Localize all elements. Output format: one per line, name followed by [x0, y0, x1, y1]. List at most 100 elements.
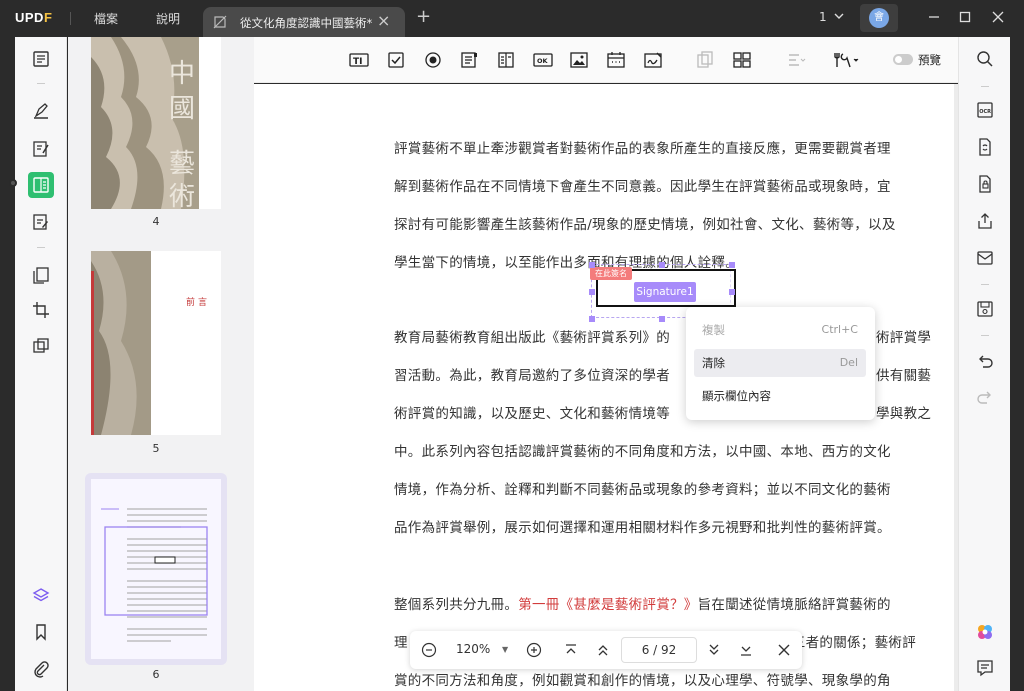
text-line: 評賞藝術不單止牽涉觀賞者對藝術作品的表象所產生的直接反應，更需要觀賞者理: [394, 141, 891, 157]
menu-help[interactable]: 說明: [156, 10, 180, 27]
text-line: 供有關藝: [876, 368, 932, 384]
resize-handle[interactable]: [729, 262, 735, 268]
radio-button-tool[interactable]: [422, 50, 444, 70]
tools-button[interactable]: [28, 333, 54, 359]
button-tool[interactable]: OK: [532, 50, 554, 70]
signature-field-tool[interactable]: [642, 50, 664, 70]
next-page-button[interactable]: [704, 640, 724, 660]
zoom-dropdown-icon[interactable]: ▼: [502, 645, 508, 654]
page-indicator[interactable]: 1: [819, 10, 827, 24]
text-line: 解到藝術作品在不同情境下會產生不同意義。因此學生在評賞藝術品或現象時，宜: [394, 179, 891, 195]
page-navigation-bar: 120% ▼ 6 / 92: [410, 631, 802, 669]
edit-icon: [33, 141, 49, 157]
protect-button[interactable]: [974, 173, 996, 195]
save-button[interactable]: [974, 298, 996, 320]
close-tab-icon[interactable]: ×: [377, 11, 390, 30]
text-field-tool[interactable]: TI: [348, 50, 370, 70]
convert-button[interactable]: [974, 136, 996, 158]
resize-handle[interactable]: [589, 316, 595, 322]
undo-button[interactable]: [974, 350, 996, 372]
close-navbar-button[interactable]: [774, 640, 794, 660]
zoom-out-button[interactable]: [419, 640, 439, 660]
edit-pdf-button[interactable]: [28, 136, 54, 162]
signature-field-label: Signature1: [634, 282, 696, 302]
combo-box-icon: [461, 52, 477, 68]
chevron-down-icon[interactable]: [832, 9, 846, 23]
redo-button[interactable]: [974, 386, 996, 408]
rail-divider: [981, 284, 989, 285]
preview-toggle[interactable]: [893, 54, 913, 65]
resize-handle[interactable]: [659, 316, 665, 322]
date-field-tool[interactable]: [605, 50, 627, 70]
first-page-button[interactable]: [561, 640, 581, 660]
reader-mode-button[interactable]: [28, 46, 54, 72]
menu-item-delete[interactable]: 清除 Del: [694, 349, 866, 377]
grid-tool[interactable]: [731, 50, 753, 70]
svg-text:術: 術: [169, 182, 195, 209]
prepare-form-button[interactable]: [28, 172, 54, 198]
first-page-icon: [566, 644, 576, 654]
page-number-input[interactable]: 6 / 92: [621, 637, 697, 663]
svg-text:OCR: OCR: [979, 109, 991, 115]
layers-icon: [32, 588, 50, 602]
resize-handle[interactable]: [589, 289, 595, 295]
layers-button[interactable]: [28, 583, 54, 609]
thumbnail-page-4[interactable]: 中 國 藝 術: [91, 37, 221, 209]
thumbnail-page-6[interactable]: [91, 479, 221, 659]
thumbnail-page-5[interactable]: 前言: [91, 251, 221, 435]
duplicate-tool[interactable]: [694, 50, 716, 70]
resize-handle[interactable]: [659, 262, 665, 268]
lock-document-icon: [979, 175, 991, 193]
menu-file[interactable]: 檔案: [94, 10, 118, 27]
checkbox-tool[interactable]: [385, 50, 407, 70]
share-button[interactable]: [974, 210, 996, 232]
comment-icon: [977, 660, 993, 677]
combo-box-tool[interactable]: [458, 50, 480, 70]
form-tools-menu[interactable]: [832, 50, 862, 70]
text-segment: 旨在闡述從情境脈絡評賞藝術的: [697, 597, 891, 613]
comment-panel-button[interactable]: [974, 657, 996, 679]
minimize-icon[interactable]: [924, 7, 944, 27]
undo-icon: [979, 355, 993, 368]
thumbnail-panel: 中 國 藝 術 4 前言 5 6: [68, 37, 254, 691]
convert-icon: [979, 138, 991, 156]
menu-item-show-field-properties[interactable]: 顯示欄位內容: [694, 382, 866, 410]
text-line: 探討有可能影響產生該藝術作品/現象的歷史情境，例如社會、文化、藝術等，以及: [394, 217, 896, 233]
resize-handle[interactable]: [589, 262, 595, 268]
user-avatar[interactable]: 會: [860, 4, 898, 32]
email-button[interactable]: [974, 247, 996, 269]
bookmark-button[interactable]: [28, 619, 54, 645]
ocr-button[interactable]: OCR: [974, 99, 996, 121]
maximize-icon[interactable]: [955, 7, 975, 27]
list-box-tool[interactable]: [495, 50, 517, 70]
sign-here-hint: 在此簽名: [590, 267, 632, 280]
search-button[interactable]: [974, 48, 996, 70]
zoom-level[interactable]: 120%: [456, 642, 490, 656]
rail-divider: [37, 83, 45, 84]
redo-icon: [977, 391, 991, 404]
last-page-button[interactable]: [736, 640, 756, 660]
context-menu: 複製 Ctrl+C 清除 Del 顯示欄位內容: [686, 307, 875, 420]
ai-assistant-button[interactable]: [974, 621, 996, 643]
crop-pages-button[interactable]: [28, 297, 54, 323]
preview-label: 預覽: [918, 53, 941, 67]
image-field-tool[interactable]: [568, 50, 590, 70]
panel-drag-handle[interactable]: [9, 179, 17, 187]
comment-button[interactable]: [28, 98, 54, 124]
align-tool[interactable]: [786, 50, 808, 70]
zoom-in-button[interactable]: [524, 640, 544, 660]
document-tab[interactable]: 從文化角度認識中國藝術* ×: [203, 7, 405, 37]
close-window-icon[interactable]: [988, 7, 1008, 27]
landscape-painting-image: 中 國 藝 術: [91, 37, 221, 209]
image-field-icon: [570, 52, 588, 68]
new-tab-icon[interactable]: +: [416, 6, 431, 27]
attachment-button[interactable]: [28, 656, 54, 682]
resize-handle[interactable]: [729, 289, 735, 295]
previous-page-button[interactable]: [593, 640, 613, 660]
thumbnail-label: 6: [152, 668, 160, 681]
text-line: 品作為評賞舉例，展示如何選擇和運用相關材料作多元視野和批判性的藝術評賞。: [394, 520, 891, 536]
menu-item-shortcut: Del: [839, 356, 858, 369]
organize-pages-button[interactable]: [28, 262, 54, 288]
menu-item-copy[interactable]: 複製 Ctrl+C: [694, 316, 866, 344]
fill-sign-button[interactable]: [28, 209, 54, 235]
